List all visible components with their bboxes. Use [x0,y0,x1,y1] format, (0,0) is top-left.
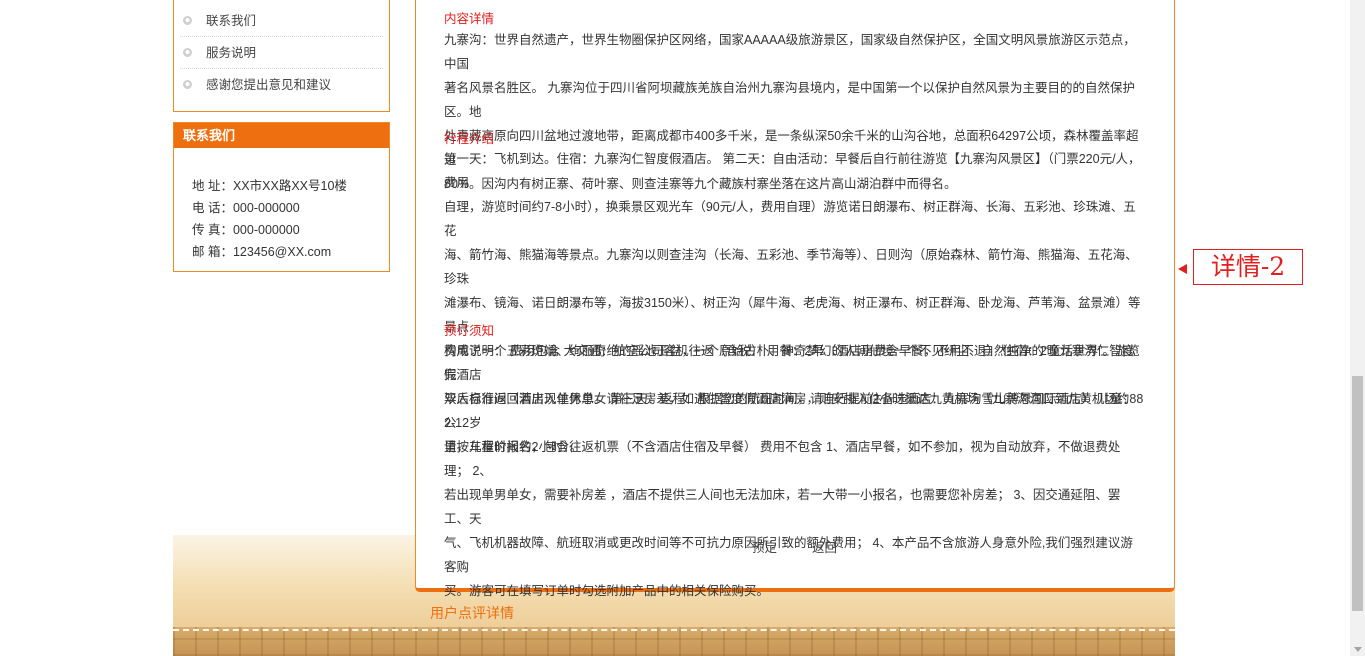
contact-phone: 电 话：000-000000 [192,201,300,215]
text-line: 九寨沟：世界自然遗产，世界生物圈保护区网络，国家AAAAA级旅游景区，国家级自然… [444,33,1136,71]
text-line: 费用说明： 费用包含 大交通：航空公司客机往返（含税） 用餐：2早（酒店房费含早… [444,344,1135,382]
sidebar-links-box: 联系我们 服务说明 感谢您提出意见和建议 [173,0,390,112]
annotation-arrow-icon [1178,264,1187,274]
scrollbar-thumb[interactable] [1352,376,1363,611]
book-button[interactable]: 预定 [752,537,777,556]
text-line: 若出现单男单女，需要补房差 ，酒店不提供三人间也无法加床，若一大带一小报名，也需… [444,488,1121,526]
bullet-icon [183,16,192,25]
itinerary-title: 行程介绍 [444,132,495,146]
text-line: 第一天：飞机到达。住宿：九寨沟仁智度假酒店。 第二天：自由活动：早餐后自行前往游… [444,152,1141,190]
bullet-icon [183,80,192,89]
dashed-divider [173,629,1175,631]
contact-address: 地 址：XX市XX路XX号10楼 [192,179,347,193]
text-line: 自理，游览时间约7-8小时），换乘景区观光车（90元/人，费用自理）游览诺日朗瀑… [444,200,1136,238]
back-button[interactable]: 返回 [812,537,837,556]
text-line: 滩瀑布、镜海、诺日朗瀑布等，海拔3150米）、树正沟（犀牛海、老虎海、树正瀑布、… [444,296,1141,334]
user-comments-title: 用户点评详情 [430,605,514,621]
sidebar-link-service[interactable]: 服务说明 [180,37,383,69]
text-line: 海、箭竹海、熊猫海等景点。九寨沟以则查洼沟（长海、五彩池、季节海等）、日则沟（原… [444,248,1138,286]
contact-fax: 传 真：000-000000 [192,223,300,237]
text-line: 请按儿童价报名，包含往返机票（不含酒店住宿及早餐） 费用不包含 1、酒店早餐，如… [444,440,1121,478]
sidebar-link-contact[interactable]: 联系我们 [180,5,383,37]
sidebar-link-label: 联系我们 [206,14,257,28]
text-line: 著名风景名胜区。 九寨沟位于四川省阿坝藏族羌族自治州九寨沟县境内，是中国第一个以… [444,81,1135,119]
content-detail-title: 内容详情 [444,12,495,26]
page-scrollbar[interactable] [1350,0,1365,656]
text-line: 气、飞机机器故障、航班取消或更改时间等不可抗力原因所引致的额外费用； 4、本产品… [444,536,1133,574]
booking-notes-text: 费用说明： 费用包含 大交通：航空公司客机往返（含税） 用餐：2早（酒店房费含早… [444,339,1144,603]
scroll-down-arrow-icon[interactable] [1354,647,1362,652]
detail-panel: 内容详情 九寨沟：世界自然遗产，世界生物圈保护区网络，国家AAAAA级旅游景区，… [415,0,1175,598]
bullet-icon [183,48,192,57]
sidebar-link-feedback[interactable]: 感谢您提出意见和建议 [180,69,383,101]
annotation-label: 详情-2 [1193,249,1303,285]
contact-title: 联系我们 [174,123,389,148]
contact-email: 邮 箱：123456@XX.com [192,245,332,259]
booking-notes-title: 预订须知 [444,324,495,338]
sidebar-link-label: 服务说明 [206,46,257,60]
tile-pattern [173,627,1175,656]
text-line: 双人标准间（若出现单男单女请补足房差，如遇仁智度假酒店满房，则安排入住备选酒店：… [444,392,1135,430]
contact-box: 联系我们 地 址：XX市XX路XX号10楼 电 话：000-000000 传 真… [173,122,390,272]
sidebar-link-label: 感谢您提出意见和建议 [206,78,332,92]
text-line: 买。游客可在填写订单时勾选附加产品中的相关保险购买。 [444,584,770,598]
